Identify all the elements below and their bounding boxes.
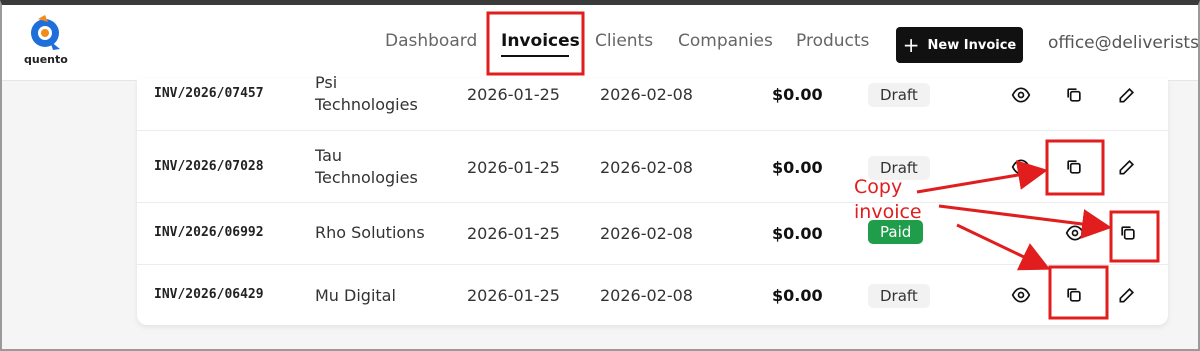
client-name-line1: Tau xyxy=(315,146,343,165)
client-name-line1: Psi xyxy=(315,73,338,92)
invoice-number[interactable]: INV/2026/06992 xyxy=(154,225,264,240)
client-name: Psi Technologies xyxy=(315,72,445,116)
nav-clients[interactable]: Clients xyxy=(595,31,653,51)
status-badge: Draft xyxy=(868,83,930,107)
client-name: Rho Solutions xyxy=(315,222,445,244)
table-row: INV/2026/06992 Rho Solutions 2026-01-25 … xyxy=(137,203,1168,265)
view-icon[interactable] xyxy=(1065,223,1085,243)
edit-icon[interactable] xyxy=(1117,85,1137,105)
view-icon[interactable] xyxy=(1011,157,1031,177)
issue-date: 2026-01-25 xyxy=(467,158,560,177)
view-icon[interactable] xyxy=(1011,85,1031,105)
annotation-line2: invoice xyxy=(854,201,922,223)
invoice-number[interactable]: INV/2026/06429 xyxy=(154,287,264,302)
new-invoice-label: New Invoice xyxy=(927,37,1017,53)
plus-icon: + xyxy=(902,33,920,57)
logo-text: quento xyxy=(24,53,68,66)
client-name-line1: Mu Digital xyxy=(315,286,396,305)
amount: $0.00 xyxy=(772,286,823,305)
client-name-line2: Technologies xyxy=(315,168,418,187)
client-name: Mu Digital xyxy=(315,285,445,307)
annotation-line1: Copy xyxy=(854,176,903,198)
view-icon[interactable] xyxy=(1011,285,1031,305)
issue-date: 2026-01-25 xyxy=(467,224,560,243)
copy-icon[interactable] xyxy=(1064,285,1084,305)
app-window: quento Dashboard Invoices Clients Compan… xyxy=(0,0,1200,351)
copy-icon[interactable] xyxy=(1064,85,1084,105)
edit-icon[interactable] xyxy=(1117,157,1137,177)
nav-dashboard[interactable]: Dashboard xyxy=(385,31,477,51)
table-row: INV/2026/07028 Tau Technologies 2026-01-… xyxy=(137,131,1168,203)
copy-icon[interactable] xyxy=(1118,223,1138,243)
invoice-number[interactable]: INV/2026/07028 xyxy=(154,159,264,174)
client-name-line2: Technologies xyxy=(315,95,418,114)
edit-icon[interactable] xyxy=(1117,285,1137,305)
due-date: 2026-02-08 xyxy=(600,286,693,305)
due-date: 2026-02-08 xyxy=(600,158,693,177)
client-name-line1: Rho Solutions xyxy=(315,223,425,242)
copy-icon[interactable] xyxy=(1064,157,1084,177)
due-date: 2026-02-08 xyxy=(600,224,693,243)
invoice-table: INV/2026/07457 Psi Technologies 2026-01-… xyxy=(137,73,1168,325)
client-name: Tau Technologies xyxy=(315,145,445,189)
user-email[interactable]: office@deliverists. xyxy=(1048,33,1198,53)
due-date: 2026-02-08 xyxy=(600,85,693,104)
amount: $0.00 xyxy=(772,224,823,243)
nav-invoices[interactable]: Invoices xyxy=(501,31,580,51)
nav-companies[interactable]: Companies xyxy=(678,31,773,51)
issue-date: 2026-01-25 xyxy=(467,85,560,104)
issue-date: 2026-01-25 xyxy=(467,286,560,305)
amount: $0.00 xyxy=(772,85,823,104)
nav-products[interactable]: Products xyxy=(796,31,869,51)
annotation-label: Copy invoice xyxy=(854,175,922,225)
invoice-number[interactable]: INV/2026/07457 xyxy=(154,86,264,101)
active-tab-underline xyxy=(501,55,569,57)
table-row: INV/2026/06429 Mu Digital 2026-01-25 202… xyxy=(137,265,1168,325)
top-navbar: quento Dashboard Invoices Clients Compan… xyxy=(2,5,1198,81)
status-badge: Draft xyxy=(868,284,930,308)
new-invoice-button[interactable]: + New Invoice xyxy=(896,27,1023,63)
table-row: INV/2026/07457 Psi Technologies 2026-01-… xyxy=(137,73,1168,131)
amount: $0.00 xyxy=(772,158,823,177)
